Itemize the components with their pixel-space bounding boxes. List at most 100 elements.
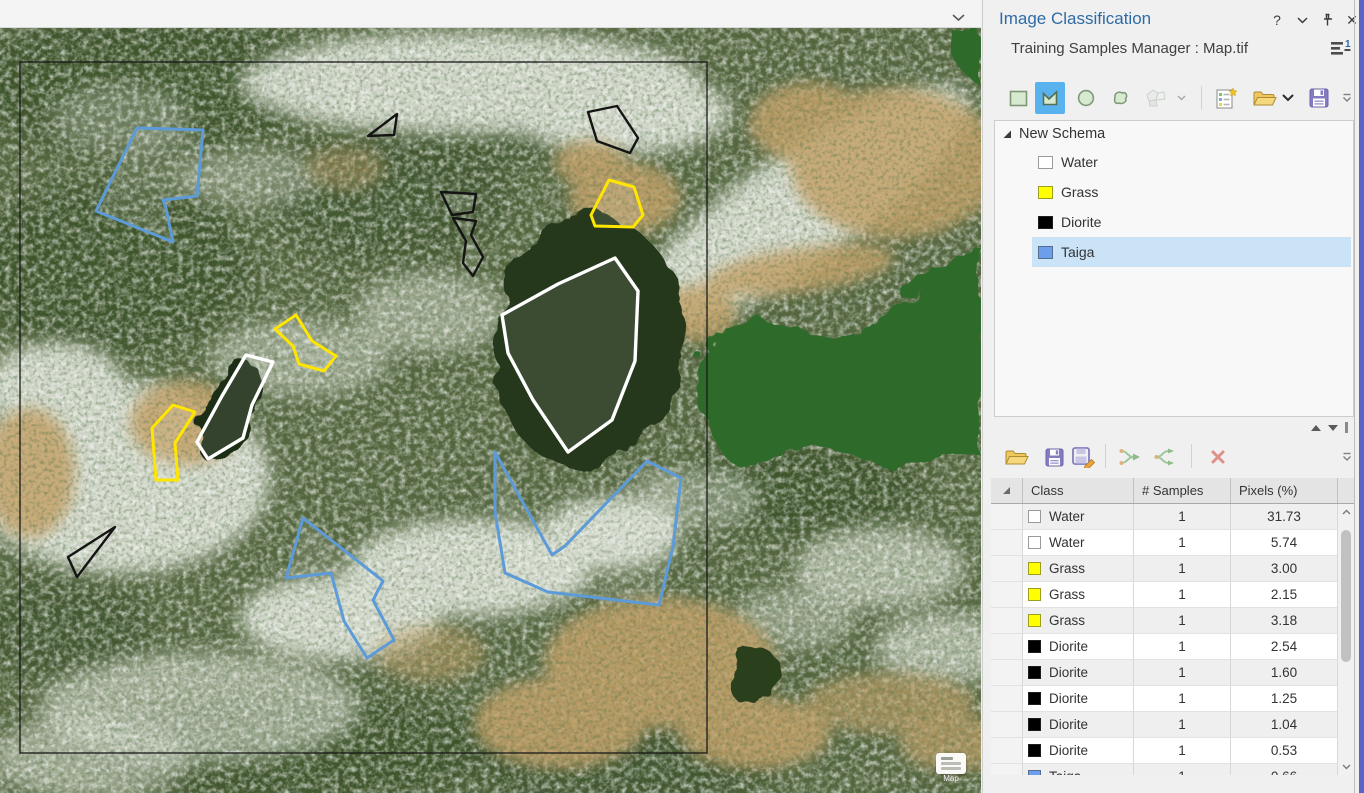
svg-text:1: 1 [1345, 39, 1351, 50]
samples-toolbar-options[interactable] [1340, 442, 1354, 472]
circle-tool-button[interactable] [1071, 82, 1101, 114]
row-pixels-cell: 5.74 [1231, 530, 1338, 556]
row-selector-cell[interactable] [991, 582, 1023, 608]
row-class-cell: Grass [1023, 608, 1134, 634]
table-row[interactable]: Grass 1 2.15 [991, 582, 1354, 608]
schema-tree-items: Water Grass Diorite Taiga [1032, 147, 1351, 267]
open-schema-dropdown[interactable] [1279, 82, 1297, 114]
load-samples-button[interactable] [1001, 442, 1031, 472]
class-label: Diorite [1049, 743, 1089, 758]
row-selector-cell[interactable] [991, 660, 1023, 686]
map-view[interactable] [0, 28, 981, 793]
table-row[interactable]: Diorite 1 1.60 [991, 660, 1354, 686]
save-samples-as-button[interactable] [1069, 442, 1099, 472]
table-corner-cell[interactable] [991, 478, 1023, 503]
row-samples-cell: 1 [1134, 660, 1231, 686]
rectangle-tool-button[interactable] [1003, 82, 1033, 114]
polygon-tool-button[interactable] [1035, 82, 1065, 114]
open-schema-button[interactable] [1249, 82, 1279, 114]
toolbar-options-button[interactable] [1340, 82, 1354, 114]
table-row[interactable]: Diorite 1 0.53 [991, 738, 1354, 764]
row-selector-cell[interactable] [991, 556, 1023, 582]
class-color-swatch [1028, 718, 1041, 731]
close-icon[interactable]: ✕ [1344, 11, 1360, 29]
new-schema-button[interactable] [1211, 82, 1241, 114]
column-header-pixels[interactable]: Pixels (%) [1231, 478, 1338, 503]
panel-splitter[interactable] [983, 417, 1354, 437]
schema-root-node[interactable]: New Schema [1002, 126, 1105, 142]
row-selector-cell[interactable] [991, 712, 1023, 738]
row-class-cell: Diorite [1023, 634, 1134, 660]
image-classification-panel: Image Classification ? ✕ Training Sample… [982, 0, 1364, 793]
class-label: Water [1061, 154, 1098, 170]
table-row[interactable]: Diorite 1 1.25 [991, 686, 1354, 712]
chevron-down-icon[interactable] [1294, 11, 1310, 29]
row-selector-cell[interactable] [991, 634, 1023, 660]
schema-tree: New Schema Water Grass Diorite Taiga [994, 120, 1354, 417]
table-row[interactable]: Diorite 1 1.04 [991, 712, 1354, 738]
class-color-swatch [1038, 215, 1053, 229]
panel-title: Image Classification [999, 9, 1152, 28]
row-selector-cell[interactable] [991, 530, 1023, 556]
save-schema-button[interactable] [1304, 82, 1334, 114]
column-header-class[interactable]: Class [1023, 478, 1134, 503]
segment-picker-button[interactable] [1141, 82, 1171, 114]
class-color-swatch [1028, 770, 1041, 775]
row-selector-cell[interactable] [991, 686, 1023, 712]
row-samples-cell: 1 [1134, 764, 1231, 775]
collapse-ribbon-icon[interactable] [952, 9, 965, 27]
image-classification-window: Map Image Classification ? ✕ Training Sa… [0, 0, 1364, 793]
tree-expander-icon [1003, 130, 1011, 138]
save-icon [1045, 448, 1063, 466]
table-row[interactable]: Diorite 1 2.54 [991, 634, 1354, 660]
row-class-cell: Diorite [1023, 712, 1134, 738]
scrollbar-thumb[interactable] [1341, 530, 1351, 662]
scroll-down-icon[interactable] [1338, 759, 1354, 775]
schema-class-item[interactable]: Water [1032, 147, 1351, 177]
samples-table: Class # Samples Pixels (%) Water 1 31.73… [991, 478, 1354, 775]
split-samples-button[interactable] [1151, 442, 1181, 472]
freehand-tool-button[interactable] [1105, 82, 1135, 114]
column-header-samples[interactable]: # Samples [1134, 478, 1231, 503]
row-selector-cell[interactable] [991, 738, 1023, 764]
save-as-icon [1072, 447, 1096, 468]
chevron-down-icon [1282, 94, 1294, 102]
class-color-swatch [1028, 510, 1041, 523]
row-pixels-cell: 1.25 [1231, 686, 1338, 712]
schema-class-item[interactable]: Diorite [1032, 207, 1351, 237]
map-notes-label: Map [943, 774, 959, 783]
table-row[interactable]: Water 1 31.73 [991, 504, 1354, 530]
merge-samples-button[interactable] [1116, 442, 1146, 472]
schema-class-item[interactable]: Taiga [1032, 237, 1351, 267]
splitter-grip[interactable] [1345, 422, 1348, 433]
table-row[interactable]: Taiga 1 0.66 [991, 764, 1354, 775]
table-row[interactable]: Water 1 5.74 [991, 530, 1354, 556]
segment-picker-dropdown[interactable] [1173, 82, 1189, 114]
splitter-down-icon[interactable] [1328, 424, 1338, 431]
class-label: Diorite [1049, 665, 1089, 680]
class-color-swatch [1028, 640, 1041, 653]
row-class-cell: Diorite [1023, 738, 1134, 764]
table-row[interactable]: Grass 1 3.18 [991, 608, 1354, 634]
schema-class-item[interactable]: Grass [1032, 177, 1351, 207]
splitter-up-icon[interactable] [1311, 424, 1321, 431]
table-row[interactable]: Grass 1 3.00 [991, 556, 1354, 582]
delete-sample-button[interactable] [1203, 442, 1233, 472]
map-notes-icon [936, 753, 966, 774]
class-label: Diorite [1049, 639, 1089, 654]
pin-icon[interactable] [1319, 11, 1335, 29]
row-selector-cell[interactable] [991, 764, 1023, 775]
table-scrollbar[interactable] [1338, 504, 1354, 775]
save-samples-button[interactable] [1039, 442, 1069, 472]
scroll-up-icon[interactable] [1338, 504, 1354, 520]
class-label: Taiga [1061, 244, 1095, 260]
row-selector-cell[interactable] [991, 608, 1023, 634]
numbered-list-icon[interactable]: 1 [1329, 38, 1352, 64]
row-pixels-cell: 1.60 [1231, 660, 1338, 686]
help-icon[interactable]: ? [1269, 11, 1285, 29]
class-color-swatch [1028, 666, 1041, 679]
map-notes-overlay[interactable]: Map [934, 753, 968, 793]
row-selector-cell[interactable] [991, 504, 1023, 530]
segment-picker-icon [1146, 89, 1166, 107]
class-label: Taiga [1049, 769, 1081, 775]
